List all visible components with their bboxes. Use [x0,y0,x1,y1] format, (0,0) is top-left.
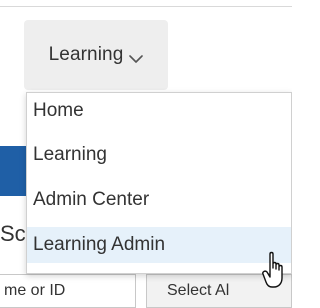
search-row: me or ID Select Al [0,274,292,308]
module-switcher-label: Learning [48,44,124,65]
menu-item-learning-admin[interactable]: Learning Admin [27,227,291,263]
menu-item-admin-center[interactable]: Admin Center [27,182,291,218]
page-root: Sc me or ID Select Al Learning Home Lear… [0,0,292,308]
section-heading-fragment: Sc [0,221,26,246]
menu-item-learning[interactable]: Learning [27,137,291,173]
module-switcher-button[interactable]: Learning [24,20,168,90]
chevron-down-icon [129,51,144,63]
top-divider [0,6,292,7]
menu-item-home[interactable]: Home [27,93,291,129]
hand-pointer-icon [262,250,290,290]
module-switcher-menu: Home Learning Admin Center Learning Admi… [26,92,292,274]
name-or-id-field[interactable]: me or ID [0,274,136,308]
